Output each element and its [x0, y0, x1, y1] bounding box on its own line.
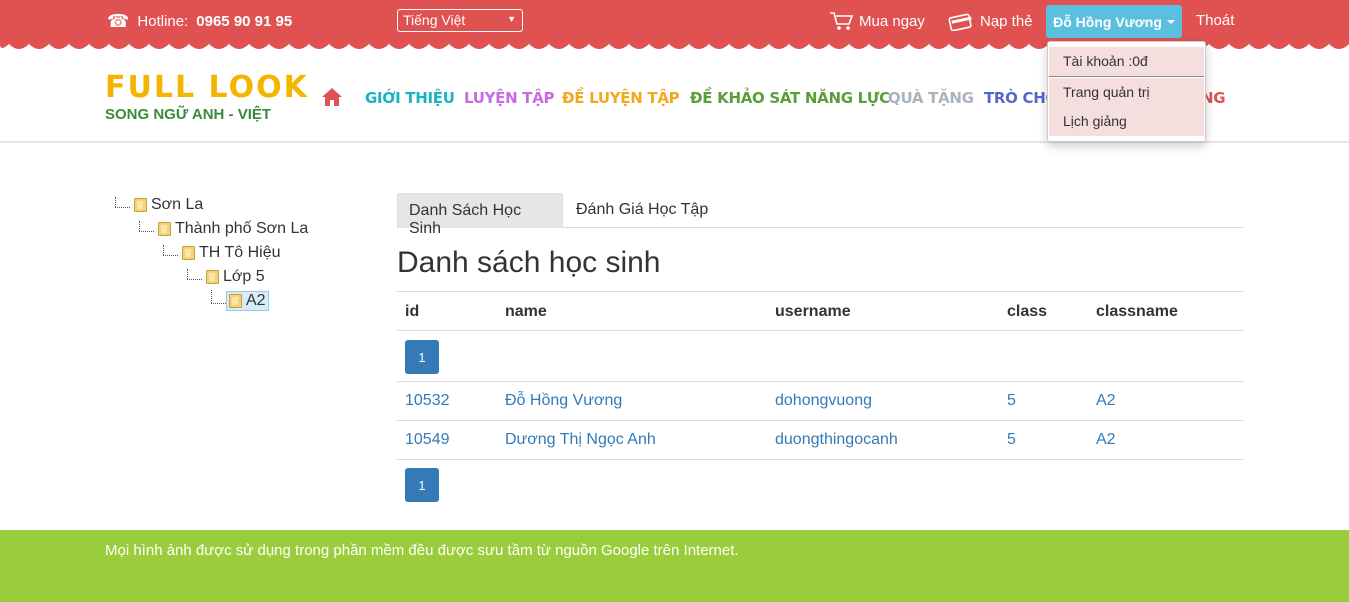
- cell-classname[interactable]: A2: [1096, 431, 1116, 449]
- cell-id[interactable]: 10549: [405, 431, 450, 449]
- table-row: 10549 Dương Thị Ngọc Anh duongthingocanh…: [397, 420, 1244, 459]
- nav-gifts[interactable]: QUÀ TẶNG: [888, 89, 974, 107]
- tree-connector: [163, 245, 164, 255]
- cart-icon: [830, 12, 853, 30]
- tree-connector: [211, 303, 226, 304]
- language-value: Tiếng Việt: [403, 12, 466, 28]
- buy-now-link[interactable]: Mua ngay: [829, 11, 925, 31]
- logout-link[interactable]: Thoát: [1196, 12, 1234, 29]
- top-up-label: Nạp thẻ: [980, 12, 1033, 30]
- cell-class[interactable]: 5: [1007, 431, 1016, 449]
- nav-practice[interactable]: LUYỆN TẬP: [464, 89, 555, 107]
- card-icon: [948, 13, 972, 31]
- cell-class[interactable]: 5: [1007, 392, 1016, 410]
- tree-node-grade[interactable]: Lớp 5: [206, 268, 265, 286]
- menu-item-schedule[interactable]: Lịch giảng: [1049, 107, 1204, 136]
- page-title: Danh sách học sinh: [397, 246, 661, 279]
- tab-learning-evaluation[interactable]: Đánh Giá Học Tập: [565, 193, 719, 228]
- menu-divider: [1049, 76, 1204, 77]
- caret-down-icon: [1166, 19, 1175, 24]
- tab-student-list[interactable]: Danh Sách Học Sinh: [397, 193, 563, 237]
- cell-username[interactable]: duongthingocanh: [775, 431, 898, 449]
- cell-name[interactable]: Đỗ Hồng Vương: [505, 392, 622, 410]
- top-bar: ☎ Hotline: 0965 90 91 95 Tiếng Việt ▼ Mu…: [0, 0, 1349, 42]
- pagination-row-bottom: 1: [397, 459, 1244, 509]
- cell-username[interactable]: dohongvuong: [775, 392, 872, 410]
- hotline: ☎ Hotline: 0965 90 91 95: [107, 11, 292, 32]
- tree-connector: [211, 290, 212, 303]
- tree-connector: [139, 231, 154, 232]
- logo-subtitle: SONG NGỮ ANH - VIỆT: [105, 106, 272, 123]
- menu-item-account[interactable]: Tài khoản :0đ: [1049, 47, 1204, 76]
- cell-id[interactable]: 10532: [405, 392, 450, 410]
- table-row: 10532 Đỗ Hồng Vương dohongvuong 5 A2: [397, 381, 1244, 420]
- user-dropdown-menu: Tài khoản :0đ Trang quản trị Lịch giảng: [1047, 41, 1206, 142]
- folder-icon: [229, 294, 242, 308]
- top-up-link[interactable]: Nạp thẻ: [948, 11, 1033, 31]
- tree-connector: [115, 197, 116, 207]
- folder-icon: [206, 270, 219, 284]
- tree-connector: [187, 269, 188, 279]
- user-menu-button[interactable]: Đỗ Hồng Vương: [1046, 5, 1182, 38]
- dropdown-arrow-icon: ▼: [507, 14, 516, 24]
- column-header-class[interactable]: class: [1007, 303, 1047, 321]
- tree-connector: [139, 221, 140, 231]
- user-name: Đỗ Hồng Vương: [1053, 13, 1162, 30]
- hotline-label: Hotline:: [137, 13, 189, 30]
- tree-node-label: A2: [246, 292, 266, 309]
- column-header-username[interactable]: username: [775, 303, 851, 321]
- tree-node-city[interactable]: Thành phố Sơn La: [158, 220, 308, 238]
- tree-node-label: Sơn La: [151, 196, 204, 213]
- folder-icon: [134, 198, 147, 212]
- table-header: id name username class classname: [397, 291, 1244, 331]
- home-icon[interactable]: [321, 87, 343, 107]
- tree-node-label: Thành phố Sơn La: [175, 220, 309, 237]
- pagination-page-button[interactable]: 1: [405, 468, 439, 502]
- footer-disclaimer: Mọi hình ảnh được sử dụng trong phần mềm…: [105, 542, 739, 559]
- tree-node-label: TH Tô Hiệu: [199, 244, 281, 261]
- column-header-id[interactable]: id: [405, 303, 419, 321]
- buy-now-label: Mua ngay: [859, 12, 925, 30]
- logo[interactable]: FULL LOOK SONG NGỮ ANH - VIỆT: [105, 70, 309, 124]
- tree-node-label: Lớp 5: [223, 268, 265, 285]
- folder-icon: [158, 222, 171, 236]
- nav-practice-tests[interactable]: ĐỀ LUYỆN TẬP: [562, 89, 680, 107]
- tree-node-province[interactable]: Sơn La: [134, 196, 203, 214]
- tree-connector: [163, 255, 178, 256]
- tab-bar: Danh Sách Học Sinh Đánh Giá Học Tập: [397, 193, 1244, 237]
- logo-title: FULL LOOK: [105, 70, 309, 105]
- cell-name[interactable]: Dương Thị Ngọc Anh: [505, 431, 656, 449]
- phone-icon: ☎: [107, 11, 130, 31]
- nav-assessment-tests[interactable]: ĐỀ KHẢO SÁT NĂNG LỰC: [690, 89, 890, 107]
- tree-connector: [115, 207, 130, 208]
- menu-item-admin[interactable]: Trang quản trị: [1049, 78, 1204, 107]
- tree-node-class-selected[interactable]: A2: [226, 291, 269, 311]
- page: ☎ Hotline: 0965 90 91 95 Tiếng Việt ▼ Mu…: [0, 0, 1349, 602]
- nav-about[interactable]: GIỚI THIỆU: [365, 89, 455, 107]
- column-header-name[interactable]: name: [505, 303, 547, 321]
- hotline-number: 0965 90 91 95: [196, 13, 293, 30]
- tree-node-school[interactable]: TH Tô Hiệu: [182, 244, 281, 262]
- column-header-classname[interactable]: classname: [1096, 303, 1178, 321]
- pagination-page-button[interactable]: 1: [405, 340, 439, 374]
- folder-icon: [182, 246, 195, 260]
- footer: Mọi hình ảnh được sử dụng trong phần mềm…: [0, 530, 1349, 602]
- language-select[interactable]: Tiếng Việt ▼: [397, 9, 523, 32]
- tree-connector: [187, 279, 202, 280]
- pagination-row-top: 1: [397, 330, 1244, 381]
- cell-classname[interactable]: A2: [1096, 392, 1116, 410]
